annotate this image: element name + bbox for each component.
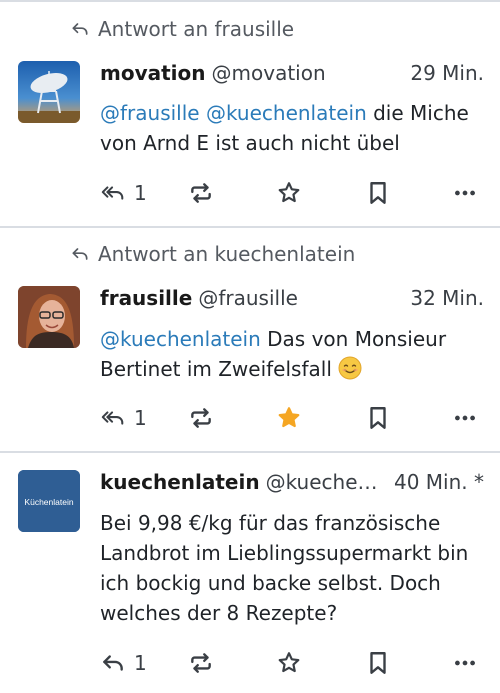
account-handle[interactable]: @frausille: [198, 286, 298, 310]
post-content: @kuechenlatein Das von Monsieur Bertinet…: [100, 324, 480, 384]
mention-link[interactable]: @frausille @kuechenlatein: [100, 101, 367, 125]
star-icon: [278, 652, 300, 673]
reply-all-button[interactable]: 1: [100, 180, 147, 206]
reply-count: 1: [134, 406, 147, 430]
post-header: frausille @frausille 32 Min.: [100, 286, 484, 310]
action-bar: 1: [0, 650, 500, 680]
account-handle[interactable]: @kuechenl…: [266, 470, 384, 494]
reply-count: 1: [134, 651, 147, 675]
boost-icon: [191, 183, 211, 203]
action-bar: 1: [0, 405, 500, 435]
timeline-feed: Antwort an frausille movation @movation …: [0, 0, 500, 693]
avatar[interactable]: [18, 61, 80, 123]
more-dots-icon: [455, 415, 475, 421]
timestamp[interactable]: 29 Min.: [400, 61, 484, 85]
post-header: movation @movation 29 Min.: [100, 61, 484, 85]
post-content: @frausille @kuechenlatein die Miche von …: [100, 98, 480, 158]
star-filled-icon: [278, 407, 300, 428]
reply-icon: [103, 655, 123, 671]
status-post[interactable]: Antwort an kuechenlatein frausille @frau…: [0, 228, 500, 450]
status-post[interactable]: Antwort an frausille movation @movation …: [0, 0, 500, 226]
reply-indicator: Antwort an kuechenlatein: [70, 242, 355, 266]
bookmark-button[interactable]: [365, 405, 391, 431]
boost-button[interactable]: [188, 405, 214, 431]
reply-to-text: Antwort an kuechenlatein: [98, 242, 356, 266]
avatar[interactable]: [18, 286, 80, 348]
reply-all-icon: [101, 186, 124, 200]
more-options-button[interactable]: [452, 405, 478, 431]
boost-icon: [191, 653, 211, 673]
mention-link[interactable]: @kuechenlatein: [100, 327, 261, 351]
reply-all-button[interactable]: 1: [100, 405, 147, 431]
bookmark-button[interactable]: [365, 180, 391, 206]
post-header: kuechenlatein @kuechenl… 40 Min. *: [100, 470, 484, 494]
smiling-face-icon: [338, 356, 362, 380]
timestamp[interactable]: 32 Min.: [400, 286, 484, 310]
reply-arrow-icon: [72, 23, 88, 35]
star-icon: [278, 182, 300, 203]
bookmark-icon: [370, 182, 386, 204]
bookmark-icon: [370, 652, 386, 674]
display-name[interactable]: movation: [100, 61, 206, 85]
action-bar: 1: [0, 180, 500, 210]
reply-button[interactable]: 1: [100, 650, 147, 676]
avatar[interactable]: Küchenlatein: [18, 470, 80, 532]
post-content: Bei 9,98 €/kg für das französische Landb…: [100, 508, 480, 628]
kuechenlatein-logo-icon: Küchenlatein: [18, 470, 80, 532]
reply-count: 1: [134, 181, 147, 205]
favourite-button[interactable]: [276, 650, 302, 676]
boost-button[interactable]: [188, 180, 214, 206]
timestamp[interactable]: 40 Min. *: [384, 470, 484, 494]
person-photo-icon: [18, 286, 80, 348]
reply-arrow-icon: [72, 248, 88, 260]
bookmark-icon: [370, 407, 386, 429]
more-options-button[interactable]: [452, 650, 478, 676]
boost-button[interactable]: [188, 650, 214, 676]
more-options-button[interactable]: [452, 180, 478, 206]
bookmark-button[interactable]: [365, 650, 391, 676]
favourite-button[interactable]: [276, 405, 302, 431]
post-text: Bei 9,98 €/kg für das französische Landb…: [100, 511, 469, 625]
reply-indicator: Antwort an frausille: [70, 17, 294, 41]
reply-to-text: Antwort an frausille: [98, 17, 295, 41]
status-post[interactable]: Küchenlatein kuechenlatein @kuechenl… 40…: [0, 453, 500, 693]
display-name[interactable]: frausille: [100, 286, 192, 310]
satellite-dish-icon: [18, 61, 80, 123]
account-handle[interactable]: @movation: [212, 61, 326, 85]
display-name[interactable]: kuechenlatein: [100, 470, 260, 494]
boost-icon: [191, 408, 211, 428]
more-dots-icon: [455, 660, 475, 666]
favourite-button[interactable]: [276, 180, 302, 206]
svg-text:Küchenlatein: Küchenlatein: [24, 497, 73, 507]
more-dots-icon: [455, 190, 475, 196]
reply-all-icon: [101, 411, 124, 425]
